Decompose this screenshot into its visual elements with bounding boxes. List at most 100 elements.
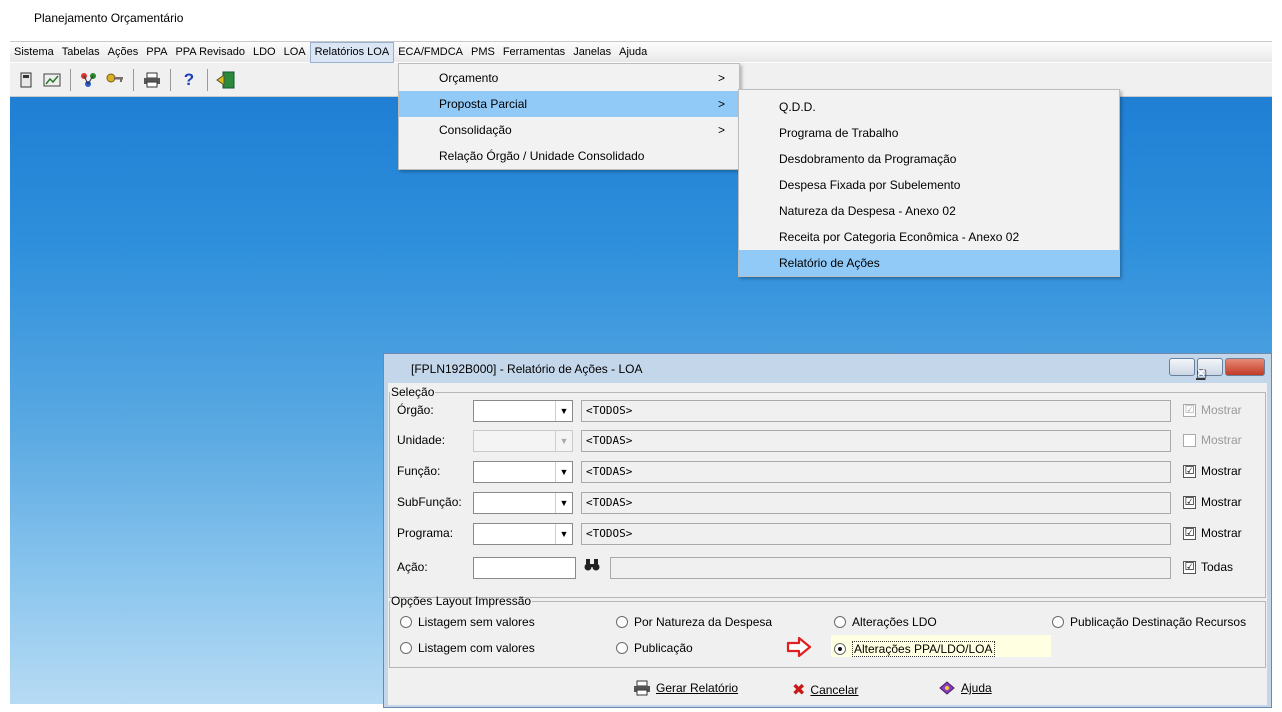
radio-publicacao[interactable]: Publicação (616, 641, 693, 655)
submenu-arrow-icon: > (717, 123, 725, 137)
checkbox-icon: ☑ (1183, 560, 1196, 574)
key-icon[interactable] (105, 70, 125, 90)
acao-label: Ação: (397, 560, 428, 574)
ajuda-button[interactable]: Ajuda (938, 680, 992, 696)
menu-eca-fmdca[interactable]: ECA/FMDCA (394, 42, 467, 63)
acao-todas-label: Todas (1201, 560, 1234, 574)
gerar-relatorio-button[interactable]: Gerar Relatório (633, 680, 738, 696)
submenu-item-natureza-despesa[interactable]: Natureza da Despesa - Anexo 02 (739, 198, 1119, 224)
chevron-down-icon[interactable]: ▼ (555, 524, 572, 544)
proposta-parcial-submenu: Q.D.D. Programa de Trabalho Desdobrament… (738, 89, 1120, 277)
radio-icon (1052, 616, 1064, 628)
toolbar-separator (207, 68, 208, 91)
menu-tabelas[interactable]: Tabelas (58, 42, 104, 63)
orgao-mostrar-checkbox[interactable]: ☑ Mostrar (1183, 403, 1242, 417)
close-icon: ✕ (1196, 366, 1207, 380)
menu-item-label: Orçamento (439, 71, 499, 85)
chevron-down-icon[interactable]: ▼ (555, 462, 572, 482)
unidade-description: <TODAS> (581, 430, 1171, 452)
cancelar-button[interactable]: ✖ Cancelar (792, 680, 858, 700)
help-icon[interactable]: ? (179, 70, 199, 90)
radio-alteracoes-ppa-ldo-loa[interactable]: Alterações PPA/LDO/LOA (834, 641, 995, 657)
orgao-mostrar-label: Mostrar (1201, 403, 1242, 417)
chart-icon[interactable] (42, 70, 62, 90)
red-arrow-icon (786, 637, 812, 657)
menu-ajuda[interactable]: Ajuda (615, 42, 651, 63)
submenu-item-relatorio-acoes[interactable]: Relatório de Ações (739, 250, 1119, 276)
programa-combo[interactable]: ▼ (473, 523, 573, 545)
orgao-description: <TODOS> (581, 400, 1171, 422)
radio-icon (400, 642, 412, 654)
menu-loa[interactable]: LOA (280, 42, 310, 63)
submenu-arrow-icon: > (717, 97, 725, 111)
binoculars-icon[interactable] (584, 558, 600, 575)
minimize-button[interactable]: ▁ (1169, 358, 1205, 380)
menu-item-label: Relação Órgão / Unidade Consolidado (439, 149, 645, 163)
submenu-item-despesa-fixada[interactable]: Despesa Fixada por Subelemento (739, 172, 1119, 198)
radio-publicacao-destinacao-recursos[interactable]: Publicação Destinação Recursos (1052, 615, 1246, 629)
orgao-combo[interactable]: ▼ (473, 400, 573, 422)
radio-listagem-com-valores[interactable]: Listagem com valores (400, 641, 535, 655)
menu-janelas[interactable]: Janelas (569, 42, 615, 63)
submenu-item-receita-categoria[interactable]: Receita por Categoria Econômica - Anexo … (739, 224, 1119, 250)
tree-icon[interactable] (79, 70, 99, 90)
help-book-icon (939, 681, 955, 695)
layout-impressao-legend: Opções Layout Impressão (391, 594, 532, 608)
document-icon[interactable] (16, 70, 36, 90)
radio-icon (616, 616, 628, 628)
menu-pms[interactable]: PMS (467, 42, 499, 63)
subfuncao-mostrar-checkbox[interactable]: ☑ Mostrar (1183, 495, 1242, 509)
relatorio-acoes-dialog: [FPLN192B000] - Relatório de Ações - LOA… (383, 353, 1272, 708)
submenu-item-programa-trabalho[interactable]: Programa de Trabalho (739, 120, 1119, 146)
radio-listagem-sem-valores[interactable]: Listagem sem valores (400, 615, 535, 629)
funcao-combo[interactable]: ▼ (473, 461, 573, 483)
chevron-down-icon[interactable]: ▼ (555, 401, 572, 421)
gerar-relatorio-label: Gerar Relatório (656, 681, 739, 695)
chevron-down-icon[interactable]: ▼ (555, 431, 572, 451)
menu-sistema[interactable]: Sistema (10, 42, 58, 63)
cancelar-label: Cancelar (810, 683, 859, 697)
orgao-label: Órgão: (397, 403, 434, 417)
dialog-body: Seleção Órgão: ▼ <TODOS> ☑ Mostrar Unida… (388, 383, 1267, 705)
menu-item-relacao-orgao-unidade[interactable]: Relação Órgão / Unidade Consolidado (399, 143, 739, 169)
menu-ppa-revisado[interactable]: PPA Revisado (171, 42, 249, 63)
programa-description: <TODOS> (581, 523, 1171, 545)
acao-description (610, 557, 1171, 579)
menu-ppa[interactable]: PPA (142, 42, 171, 63)
close-button[interactable]: ✕ (1196, 358, 1265, 380)
programa-mostrar-checkbox[interactable]: ☑ Mostrar (1183, 526, 1242, 540)
unidade-mostrar-checkbox[interactable]: Mostrar (1183, 433, 1242, 447)
radio-alteracoes-ldo[interactable]: Alterações LDO (834, 615, 937, 629)
printer-icon[interactable] (142, 70, 162, 90)
submenu-item-qdd[interactable]: Q.D.D. (739, 94, 1119, 120)
chevron-down-icon[interactable]: ▼ (555, 493, 572, 513)
menu-item-consolidacao[interactable]: Consolidação > (399, 117, 739, 143)
acao-todas-checkbox[interactable]: ☑ Todas (1183, 560, 1233, 574)
exit-icon[interactable] (216, 70, 236, 90)
menu-acoes[interactable]: Ações (104, 42, 143, 63)
funcao-label: Função: (397, 464, 441, 478)
menu-ferramentas[interactable]: Ferramentas (499, 42, 569, 63)
radio-label: Listagem sem valores (418, 615, 535, 629)
menu-ldo[interactable]: LDO (249, 42, 280, 63)
radio-label: Alterações PPA/LDO/LOA (852, 641, 995, 657)
radio-por-natureza-despesa[interactable]: Por Natureza da Despesa (616, 615, 772, 629)
unidade-combo[interactable]: ▼ (473, 430, 573, 452)
programa-mostrar-label: Mostrar (1201, 526, 1242, 540)
dialog-title-bar[interactable]: [FPLN192B000] - Relatório de Ações - LOA… (384, 354, 1271, 382)
checkbox-icon (1183, 433, 1196, 447)
toolbar-separator (133, 68, 134, 91)
unidade-label: Unidade: (397, 433, 446, 447)
acao-input[interactable] (473, 557, 576, 579)
subfuncao-combo[interactable]: ▼ (473, 492, 573, 514)
submenu-item-desdobramento[interactable]: Desdobramento da Programação (739, 146, 1119, 172)
dialog-title: [FPLN192B000] - Relatório de Ações - LOA (411, 362, 643, 376)
radio-label: Por Natureza da Despesa (634, 615, 773, 629)
funcao-mostrar-checkbox[interactable]: ☑ Mostrar (1183, 464, 1242, 478)
menu-item-proposta-parcial[interactable]: Proposta Parcial > (399, 91, 739, 117)
menu-item-orcamento[interactable]: Orçamento > (399, 65, 739, 91)
menu-relatorios-loa[interactable]: Relatórios LOA (309, 41, 395, 63)
radio-label: Publicação Destinação Recursos (1070, 615, 1247, 629)
subfuncao-description: <TODAS> (581, 492, 1171, 514)
funcao-description: <TODAS> (581, 461, 1171, 483)
